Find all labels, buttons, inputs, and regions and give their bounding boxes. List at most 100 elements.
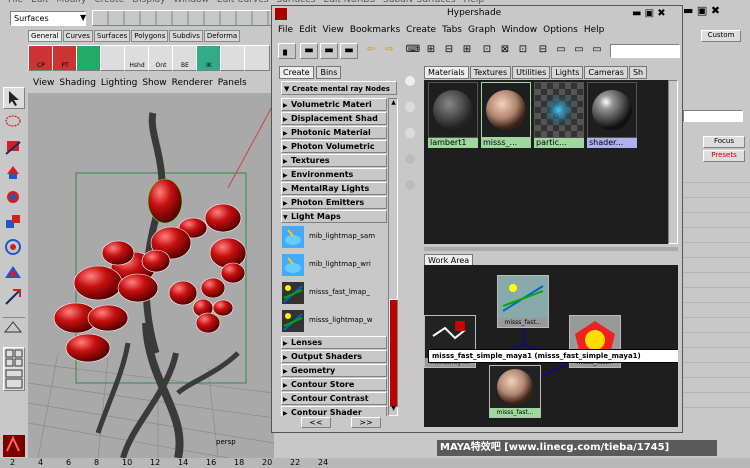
shelf-button[interactable]: Ont bbox=[148, 45, 174, 71]
create-nodes-header[interactable]: ▼ Create mental ray Nodes bbox=[281, 81, 397, 95]
material-tab[interactable]: Utilities bbox=[512, 66, 551, 79]
create-section-header[interactable]: ▶ Photon Volumetric bbox=[281, 140, 387, 153]
viewport-menu-item[interactable]: Shading bbox=[59, 78, 96, 88]
page-prev-button[interactable]: << bbox=[301, 417, 331, 428]
gutter-dot-icon[interactable] bbox=[405, 128, 415, 138]
create-section-header[interactable]: ▶ Photonic Material bbox=[281, 126, 387, 139]
expand-arrow-icon[interactable]: ▶ bbox=[283, 380, 291, 390]
pin-icon[interactable]: ⊟ bbox=[534, 43, 552, 59]
layout-buttons[interactable] bbox=[3, 347, 25, 391]
panel-divider[interactable] bbox=[424, 247, 678, 251]
create-section-header[interactable]: ▶ Contour Shader bbox=[281, 406, 387, 416]
node-misss-material[interactable]: misss_fast... bbox=[489, 365, 541, 418]
node-lightmap[interactable]: misss_fast... bbox=[497, 275, 549, 328]
create-section-header[interactable]: ▼ Light Maps bbox=[281, 210, 387, 223]
hypershade-menu-item[interactable]: File bbox=[278, 25, 293, 35]
viewport-menu-item[interactable]: View bbox=[33, 78, 54, 88]
input-connections-icon[interactable]: ⊞ bbox=[422, 43, 440, 59]
expand-arrow-icon[interactable]: ▶ bbox=[283, 128, 291, 138]
swatch-particle[interactable]: partic... bbox=[534, 82, 584, 148]
swatch-shader[interactable]: shader... bbox=[587, 82, 637, 148]
hypershade-menu-item[interactable]: View bbox=[323, 25, 344, 35]
expand-arrow-icon[interactable]: ▶ bbox=[283, 184, 291, 194]
gutter-dot-icon[interactable] bbox=[405, 154, 415, 164]
expand-arrow-icon[interactable]: ▼ bbox=[283, 212, 291, 222]
materials-vscroll[interactable] bbox=[668, 80, 678, 244]
shelf-button[interactable]: CP bbox=[28, 45, 54, 71]
create-section-header[interactable]: ▶ Contour Store bbox=[281, 378, 387, 391]
shelf-tab[interactable]: Curves bbox=[62, 30, 93, 42]
shelf-button[interactable] bbox=[76, 45, 102, 71]
hypershade-menu-item[interactable]: Create bbox=[406, 25, 436, 35]
hypershade-menu-item[interactable]: Bookmarks bbox=[350, 25, 400, 35]
create-scrollbar[interactable]: ▲ ▼ bbox=[388, 98, 398, 416]
create-section-header[interactable]: ▶ Photon Emitters bbox=[281, 196, 387, 209]
material-tab[interactable]: Textures bbox=[469, 66, 512, 79]
hypershade-menu-item[interactable]: Help bbox=[584, 25, 605, 35]
swatch-lambert1[interactable]: lambert1 bbox=[428, 82, 478, 148]
viewport-menu-item[interactable]: Renderer bbox=[172, 78, 213, 88]
shelf-tab[interactable]: Deforma bbox=[203, 30, 241, 42]
filter-icon[interactable]: ▭ bbox=[570, 43, 588, 59]
scale-tool-icon[interactable] bbox=[3, 212, 25, 234]
gutter-dot-icon[interactable] bbox=[405, 102, 415, 112]
hypershade-titlebar[interactable]: Hypershade ▬ ▣ ✖ bbox=[272, 6, 682, 22]
shelf-tab[interactable]: Surfaces bbox=[93, 30, 131, 42]
create-node-item[interactable]: mib_lightmap_wri bbox=[281, 252, 387, 278]
tab-create[interactable]: Create bbox=[279, 66, 314, 79]
viewport-menu-item[interactable]: Lighting bbox=[101, 78, 137, 88]
universal-manip-icon[interactable] bbox=[3, 237, 25, 259]
dropdown-arrow-icon[interactable]: ▼ bbox=[80, 13, 86, 22]
titlebar-buttons[interactable]: ▬ ▣ ✖ bbox=[632, 8, 666, 19]
create-node-item[interactable]: misss_lightmap_w bbox=[281, 308, 387, 334]
hypershade-menu-item[interactable]: Window bbox=[502, 25, 538, 35]
restore-icon[interactable]: ▣ bbox=[697, 4, 707, 17]
viewport-menu-item[interactable]: Panels bbox=[218, 78, 247, 88]
expand-arrow-icon[interactable]: ▶ bbox=[283, 198, 291, 208]
create-section-header[interactable]: ▶ Displacement Shad bbox=[281, 112, 387, 125]
expand-arrow-icon[interactable]: ▶ bbox=[283, 408, 291, 416]
hypershade-menu-item[interactable]: Tabs bbox=[442, 25, 462, 35]
show-manip-icon[interactable] bbox=[3, 287, 25, 309]
attr-field[interactable] bbox=[683, 110, 743, 122]
expand-arrow-icon[interactable]: ▶ bbox=[283, 170, 291, 180]
shelf-button[interactable]: BE bbox=[172, 45, 198, 71]
create-section-header[interactable]: ▶ Output Shaders bbox=[281, 350, 387, 363]
perspective-viewport[interactable]: persp bbox=[28, 93, 274, 458]
swatch-misss[interactable]: misss_... bbox=[481, 82, 531, 148]
shelf-button[interactable]: Hshd bbox=[124, 45, 150, 71]
materials-area[interactable]: lambert1 misss_... partic... shader... bbox=[424, 80, 668, 244]
create-section-header[interactable]: ▶ Environments bbox=[281, 168, 387, 181]
expand-arrow-icon[interactable]: ▶ bbox=[283, 156, 291, 166]
shelf-button[interactable] bbox=[220, 45, 246, 71]
scroll-up-icon[interactable]: ▲ bbox=[389, 99, 398, 109]
focus-button[interactable]: Focus bbox=[703, 136, 745, 148]
hypershade-menu-item[interactable]: Options bbox=[543, 25, 578, 35]
status-icons[interactable] bbox=[92, 10, 272, 26]
expand-arrow-icon[interactable]: ▶ bbox=[283, 114, 291, 124]
io-connections-icon[interactable]: ⊟ bbox=[440, 43, 458, 59]
minimize-icon[interactable]: ▬ bbox=[683, 4, 693, 17]
move-tool-icon[interactable] bbox=[3, 162, 25, 184]
shelf-button[interactable]: IK bbox=[196, 45, 222, 71]
menu-item[interactable]: File bbox=[8, 0, 23, 5]
show-both-tabs-icon[interactable]: ▬ bbox=[340, 43, 358, 59]
custom-tab[interactable]: Custom bbox=[701, 30, 741, 42]
material-tab[interactable]: Cameras bbox=[584, 66, 628, 79]
gutter-dot-icon[interactable] bbox=[405, 180, 415, 190]
shelf-tab[interactable]: Subdivs bbox=[169, 30, 203, 42]
arrow-left-icon[interactable]: ⇦ bbox=[362, 43, 380, 59]
menu-item[interactable]: Display bbox=[132, 0, 165, 5]
rotate-tool-icon[interactable] bbox=[3, 187, 25, 209]
tab-bins[interactable]: Bins bbox=[316, 66, 342, 79]
arrow-right-icon[interactable]: ⇨ bbox=[380, 43, 398, 59]
show-bottom-tabs-icon[interactable]: ▬ bbox=[320, 43, 338, 59]
shelf-button[interactable]: PT bbox=[52, 45, 78, 71]
menu-item[interactable]: Window bbox=[173, 0, 209, 5]
create-node-item[interactable]: misss_fast_lmap_ bbox=[281, 280, 387, 306]
hypershade-menu-item[interactable]: Graph bbox=[468, 25, 496, 35]
shelf-tab[interactable]: General bbox=[28, 30, 62, 42]
shelf-button[interactable] bbox=[100, 45, 126, 71]
scroll-thumb[interactable] bbox=[389, 299, 398, 407]
expand-arrow-icon[interactable]: ▶ bbox=[283, 142, 291, 152]
